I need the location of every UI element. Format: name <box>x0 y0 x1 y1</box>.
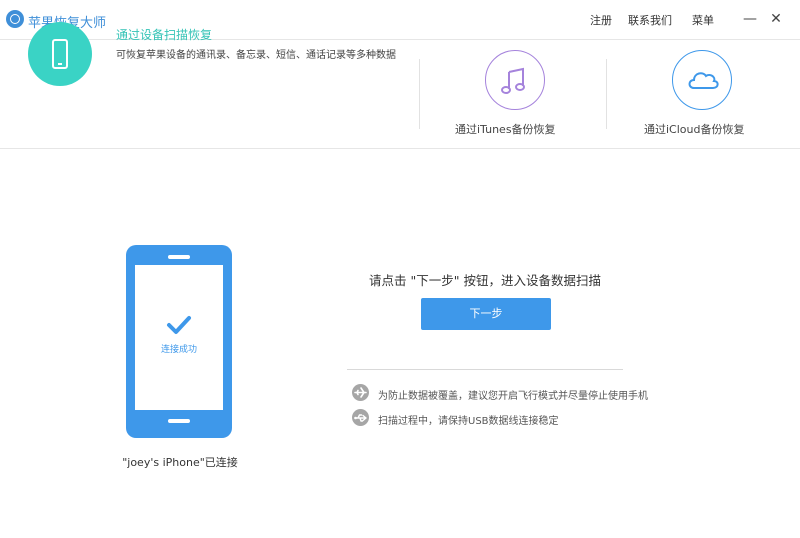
mode-device-scan-description: 可恢复苹果设备的通讯录、备忘录、短信、通话记录等多种数据 <box>116 50 396 61</box>
phone-screen <box>135 265 223 410</box>
music-note-icon[interactable] <box>485 50 545 110</box>
checkmark-icon <box>167 316 191 334</box>
menu-button[interactable]: 菜单 <box>692 12 714 28</box>
phone-home-button <box>168 419 190 423</box>
scan-instruction: 请点击 "下一步" 按钮，进入设备数据扫描 <box>369 273 601 288</box>
tip-airplane-mode: 为防止数据被覆盖，建议您开启飞行模式并尽量停止使用手机 <box>378 391 648 402</box>
divider <box>347 369 623 370</box>
divider <box>606 59 607 129</box>
cloud-icon[interactable] <box>672 50 732 110</box>
device-connected-label: "joey's iPhone"已连接 <box>122 456 238 469</box>
contact-us-link[interactable]: 联系我们 <box>628 12 672 28</box>
usb-icon <box>352 409 369 426</box>
connection-status: 连接成功 <box>160 345 197 355</box>
tip-usb-connection: 扫描过程中，请保持USB数据线连接稳定 <box>378 416 559 427</box>
divider <box>419 59 420 129</box>
airplane-icon <box>352 384 369 401</box>
register-link[interactable]: 注册 <box>590 12 612 28</box>
phone-speaker <box>168 255 190 259</box>
mode-device-scan-title[interactable]: 通过设备扫描恢复 <box>116 26 212 43</box>
mode-itunes-backup-label[interactable]: 通过iTunes备份恢复 <box>455 121 556 137</box>
next-step-button[interactable]: 下一步 <box>421 298 551 330</box>
close-icon[interactable]: ✕ <box>767 9 785 29</box>
mode-icloud-backup-label[interactable]: 通过iCloud备份恢复 <box>644 121 744 137</box>
app-logo-icon <box>6 10 24 28</box>
minimize-icon[interactable]: — <box>741 9 759 29</box>
